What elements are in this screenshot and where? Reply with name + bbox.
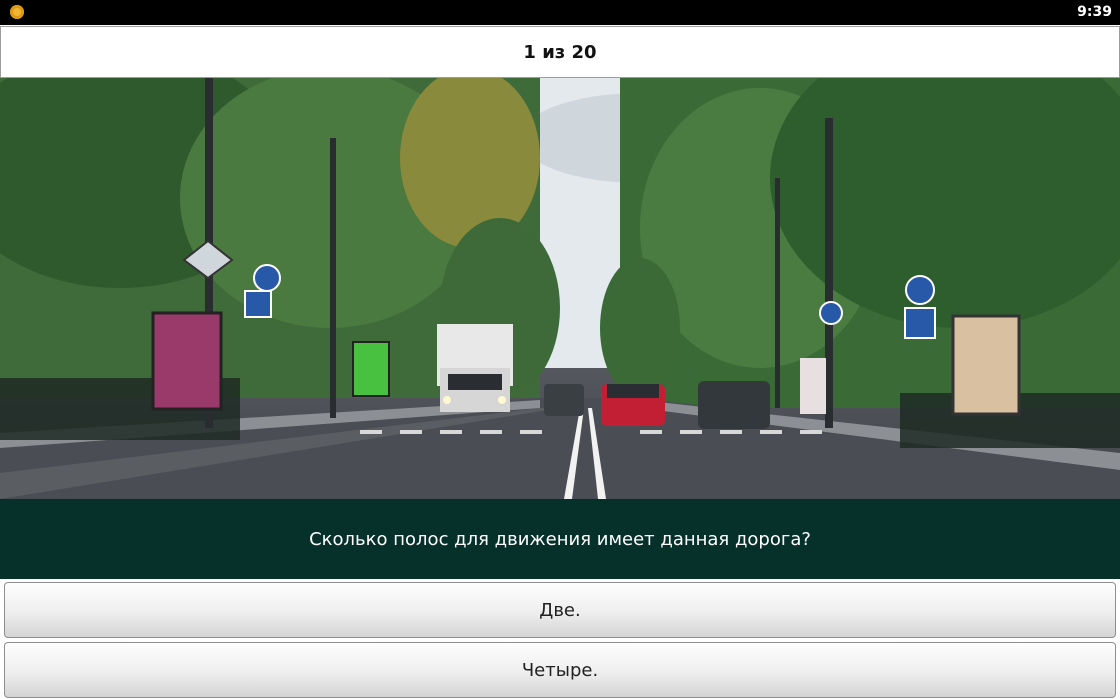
answer-option-1-button[interactable]: Две. [4, 582, 1116, 638]
question-road-photo [0, 78, 1120, 499]
app-notification-icon [10, 5, 24, 19]
status-time: 9:39 [1077, 4, 1112, 20]
question-panel: Сколько полос для движения имеет данная … [0, 499, 1120, 579]
question-counter: 1 из 20 [523, 41, 597, 63]
status-bar: 9:39 [0, 0, 1120, 25]
road-scene-illustration [0, 78, 1120, 499]
question-text: Сколько полос для движения имеет данная … [309, 528, 811, 550]
answer-option-2-button[interactable]: Четыре. [4, 642, 1116, 698]
question-counter-header: 1 из 20 [0, 26, 1120, 78]
